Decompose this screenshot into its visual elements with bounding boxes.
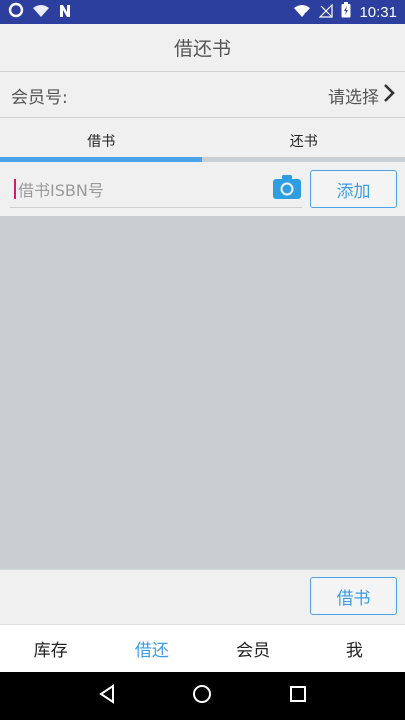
wifi-off-icon: [293, 3, 312, 22]
nav-item-borrow-return[interactable]: 借还: [101, 625, 202, 672]
page-title: 借还书: [173, 38, 231, 60]
add-button[interactable]: 添加: [310, 170, 397, 208]
nav-item-me[interactable]: 我: [304, 625, 405, 672]
nav-item-inventory[interactable]: 库存: [0, 625, 101, 672]
bottom-nav: 库存 借还 会员 我: [0, 624, 405, 672]
app-bar: 借还书: [0, 24, 405, 72]
isbn-placeholder: 借书ISBN号: [18, 180, 104, 200]
no-signal-icon: [319, 3, 334, 22]
status-left-icons: [8, 2, 72, 22]
member-label: 会员号:: [11, 87, 68, 108]
chevron-right-icon: [383, 83, 395, 107]
nav-item-members[interactable]: 会员: [203, 625, 304, 672]
member-select-text: 请选择: [328, 87, 379, 108]
camera-icon[interactable]: [272, 174, 302, 202]
home-icon[interactable]: [192, 684, 212, 708]
battery-charging-icon: [341, 2, 351, 22]
recents-icon[interactable]: [289, 685, 307, 707]
sync-icon: [8, 2, 24, 22]
status-right-icons: 10:31: [293, 2, 397, 22]
status-bar: 10:31: [0, 0, 405, 24]
system-nav-bar: [0, 672, 405, 720]
member-select[interactable]: 请选择: [328, 83, 395, 108]
borrow-button[interactable]: 借书: [310, 577, 397, 615]
n-notification-icon: [58, 3, 72, 22]
isbn-input[interactable]: 借书ISBN号: [10, 170, 302, 208]
back-icon[interactable]: [98, 684, 116, 708]
text-caret: [14, 178, 16, 199]
clock-time: 10:31: [359, 3, 397, 21]
book-list: [0, 216, 405, 569]
member-selector-row[interactable]: 会员号: 请选择: [0, 73, 405, 118]
wifi-icon: [32, 3, 50, 22]
